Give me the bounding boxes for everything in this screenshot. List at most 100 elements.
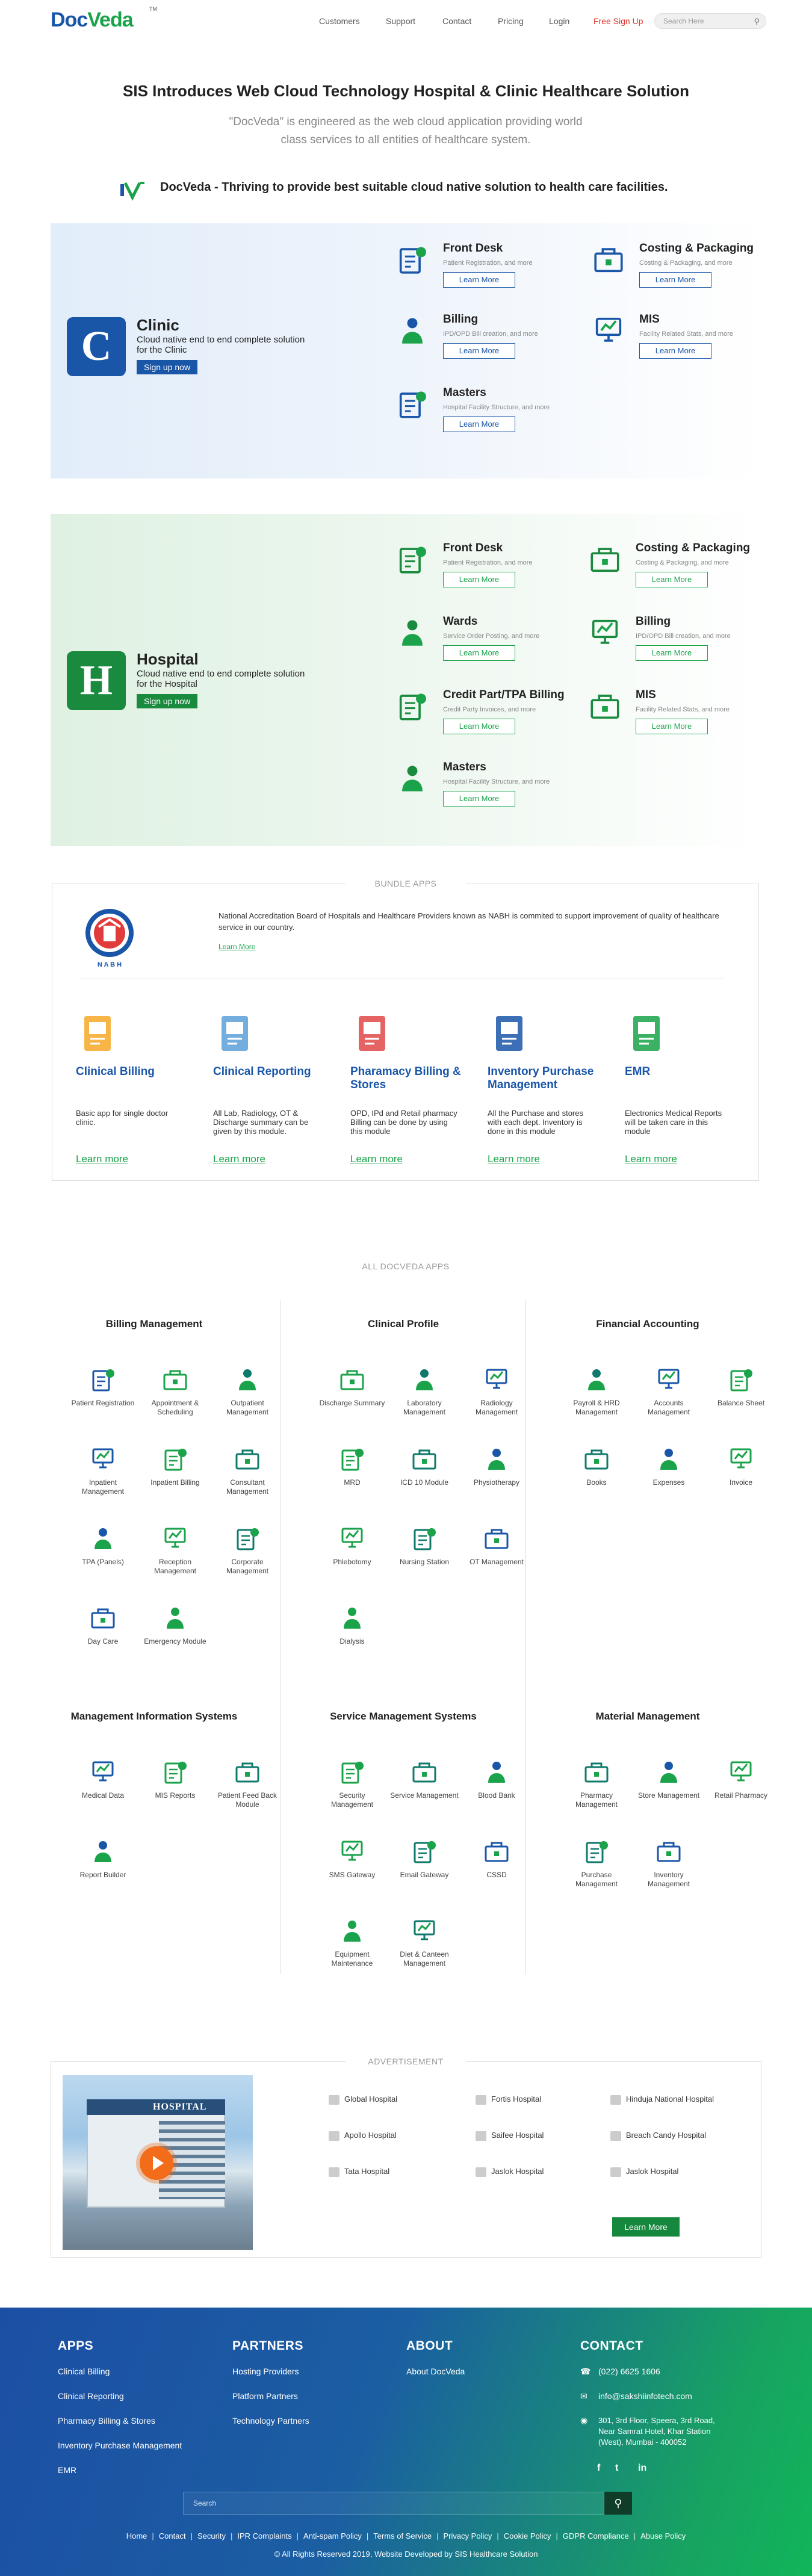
- app-tile[interactable]: Expenses: [634, 1444, 703, 1487]
- app-tile[interactable]: Medical Data: [69, 1757, 137, 1800]
- app-tile[interactable]: Inpatient Management: [69, 1444, 137, 1496]
- facebook-icon[interactable]: f: [597, 2463, 600, 2474]
- learn-more-button[interactable]: Learn More: [443, 645, 515, 661]
- bundle-app-learn-more-link[interactable]: Learn more: [625, 1153, 677, 1165]
- app-tile[interactable]: TPA (Panels): [69, 1524, 137, 1567]
- linkedin-icon[interactable]: in: [638, 2463, 646, 2474]
- hospital-video-thumbnail[interactable]: HOSPITAL: [63, 2075, 253, 2250]
- app-tile[interactable]: MIS Reports: [141, 1757, 209, 1800]
- app-tile[interactable]: Payroll & HRD Management: [562, 1365, 631, 1417]
- app-tile[interactable]: CSSD: [462, 1837, 531, 1880]
- footer-email[interactable]: info@sakshiinfotech.com: [598, 2391, 692, 2401]
- learn-more-button[interactable]: Learn More: [443, 719, 515, 734]
- footer-bottom-link[interactable]: Terms of Service: [373, 2531, 432, 2540]
- bundle-app-title[interactable]: Inventory Purchase Management: [488, 1065, 608, 1092]
- app-tile[interactable]: OT Management: [462, 1524, 531, 1567]
- footer-link[interactable]: EMR: [58, 2465, 76, 2475]
- footer-bottom-link[interactable]: IPR Complaints: [237, 2531, 291, 2540]
- hospital-item[interactable]: Global Hospital: [329, 2095, 397, 2105]
- app-tile[interactable]: Consultant Management: [213, 1444, 282, 1496]
- hospital-item[interactable]: Tata Hospital: [329, 2167, 389, 2177]
- app-tile[interactable]: Day Care: [69, 1603, 137, 1646]
- advertisement-learn-more-button[interactable]: Learn More: [612, 2217, 680, 2237]
- app-tile[interactable]: Blood Bank: [462, 1757, 531, 1800]
- app-tile[interactable]: Retail Pharmacy: [707, 1757, 775, 1800]
- docveda-logo[interactable]: DocVeda: [51, 8, 134, 32]
- app-tile[interactable]: Discharge Summary: [318, 1365, 386, 1408]
- nav-customers[interactable]: Customers: [319, 16, 360, 26]
- learn-more-button[interactable]: Learn More: [443, 272, 515, 288]
- app-tile[interactable]: Radiology Management: [462, 1365, 531, 1417]
- hospital-item[interactable]: Apollo Hospital: [329, 2131, 397, 2141]
- bundle-app-title[interactable]: Pharamacy Billing & Stores: [350, 1065, 471, 1092]
- app-tile[interactable]: Outpatient Management: [213, 1365, 282, 1417]
- hospital-item[interactable]: Breach Candy Hospital: [610, 2131, 706, 2141]
- app-tile[interactable]: Security Management: [318, 1757, 386, 1809]
- footer-bottom-link[interactable]: Cookie Policy: [504, 2531, 551, 2540]
- hospital-item[interactable]: Jaslok Hospital: [610, 2167, 678, 2177]
- bundle-app-title[interactable]: Clinical Billing: [76, 1065, 196, 1079]
- footer-bottom-link[interactable]: GDPR Compliance: [563, 2531, 629, 2540]
- app-tile[interactable]: Dialysis: [318, 1603, 386, 1646]
- hospital-item[interactable]: Jaslok Hospital: [476, 2167, 544, 2177]
- search-icon[interactable]: ⚲: [754, 17, 760, 26]
- app-tile[interactable]: Email Gateway: [390, 1837, 459, 1880]
- footer-link[interactable]: Pharmacy Billing & Stores: [58, 2416, 155, 2426]
- app-tile[interactable]: Physiotherapy: [462, 1444, 531, 1487]
- app-tile[interactable]: Diet & Canteen Management: [390, 1916, 459, 1968]
- footer-about-docveda-link[interactable]: About DocVeda: [406, 2367, 465, 2376]
- app-tile[interactable]: Reception Management: [141, 1524, 209, 1576]
- bundle-app-learn-more-link[interactable]: Learn more: [213, 1153, 265, 1165]
- learn-more-button[interactable]: Learn More: [639, 343, 711, 359]
- app-tile[interactable]: Nursing Station: [390, 1524, 459, 1567]
- footer-bottom-link[interactable]: Anti-spam Policy: [303, 2531, 362, 2540]
- bundle-app-learn-more-link[interactable]: Learn more: [350, 1153, 403, 1165]
- app-tile[interactable]: Pharmacy Management: [562, 1757, 631, 1809]
- footer-bottom-link[interactable]: Abuse Policy: [640, 2531, 686, 2540]
- app-tile[interactable]: MRD: [318, 1444, 386, 1487]
- bundle-app-title[interactable]: EMR: [625, 1065, 745, 1079]
- app-tile[interactable]: Purchase Management: [562, 1837, 631, 1889]
- app-tile[interactable]: Equipment Maintenance: [318, 1916, 386, 1968]
- nabh-learn-more-link[interactable]: Learn More: [218, 943, 255, 951]
- hospital-signup-button[interactable]: Sign up now: [137, 694, 198, 708]
- learn-more-button[interactable]: Learn More: [636, 719, 708, 734]
- app-tile[interactable]: Laboratory Management: [390, 1365, 459, 1417]
- learn-more-button[interactable]: Learn More: [636, 572, 708, 587]
- app-tile[interactable]: Accounts Management: [634, 1365, 703, 1417]
- footer-link[interactable]: Clinical Reporting: [58, 2391, 124, 2401]
- app-tile[interactable]: Emergency Module: [141, 1603, 209, 1646]
- twitter-icon[interactable]: t: [615, 2463, 618, 2474]
- app-tile[interactable]: Corporate Management: [213, 1524, 282, 1576]
- learn-more-button[interactable]: Learn More: [443, 343, 515, 359]
- nav-pricing[interactable]: Pricing: [498, 16, 524, 26]
- app-tile[interactable]: Report Builder: [69, 1837, 137, 1880]
- nav-free-signup[interactable]: Free Sign Up: [594, 16, 643, 26]
- footer-bottom-link[interactable]: Contact: [159, 2531, 186, 2540]
- play-button[interactable]: [140, 2146, 173, 2180]
- footer-bottom-link[interactable]: Security: [197, 2531, 226, 2540]
- footer-search-button[interactable]: ⚲: [604, 2492, 632, 2515]
- footer-link[interactable]: Platform Partners: [232, 2391, 298, 2401]
- footer-phone[interactable]: (022) 6625 1606: [598, 2367, 660, 2376]
- footer-link[interactable]: Clinical Billing: [58, 2367, 110, 2376]
- app-tile[interactable]: Inventory Management: [634, 1837, 703, 1889]
- footer-link[interactable]: Technology Partners: [232, 2416, 309, 2426]
- footer-bottom-link[interactable]: Home: [126, 2531, 147, 2540]
- learn-more-button[interactable]: Learn More: [443, 572, 515, 587]
- footer-bottom-link[interactable]: Privacy Policy: [443, 2531, 492, 2540]
- app-tile[interactable]: Invoice: [707, 1444, 775, 1487]
- footer-link[interactable]: Inventory Purchase Management: [58, 2441, 182, 2450]
- bundle-app-learn-more-link[interactable]: Learn more: [76, 1153, 128, 1165]
- learn-more-button[interactable]: Learn More: [639, 272, 711, 288]
- learn-more-button[interactable]: Learn More: [443, 416, 515, 432]
- nav-contact[interactable]: Contact: [442, 16, 471, 26]
- clinic-signup-button[interactable]: Sign up now: [137, 360, 198, 374]
- app-tile[interactable]: Phlebotomy: [318, 1524, 386, 1567]
- footer-link[interactable]: Hosting Providers: [232, 2367, 299, 2376]
- app-tile[interactable]: SMS Gateway: [318, 1837, 386, 1880]
- app-tile[interactable]: Appointment & Scheduling: [141, 1365, 209, 1417]
- app-tile[interactable]: Patient Registration: [69, 1365, 137, 1408]
- learn-more-button[interactable]: Learn More: [443, 791, 515, 807]
- learn-more-button[interactable]: Learn More: [636, 645, 708, 661]
